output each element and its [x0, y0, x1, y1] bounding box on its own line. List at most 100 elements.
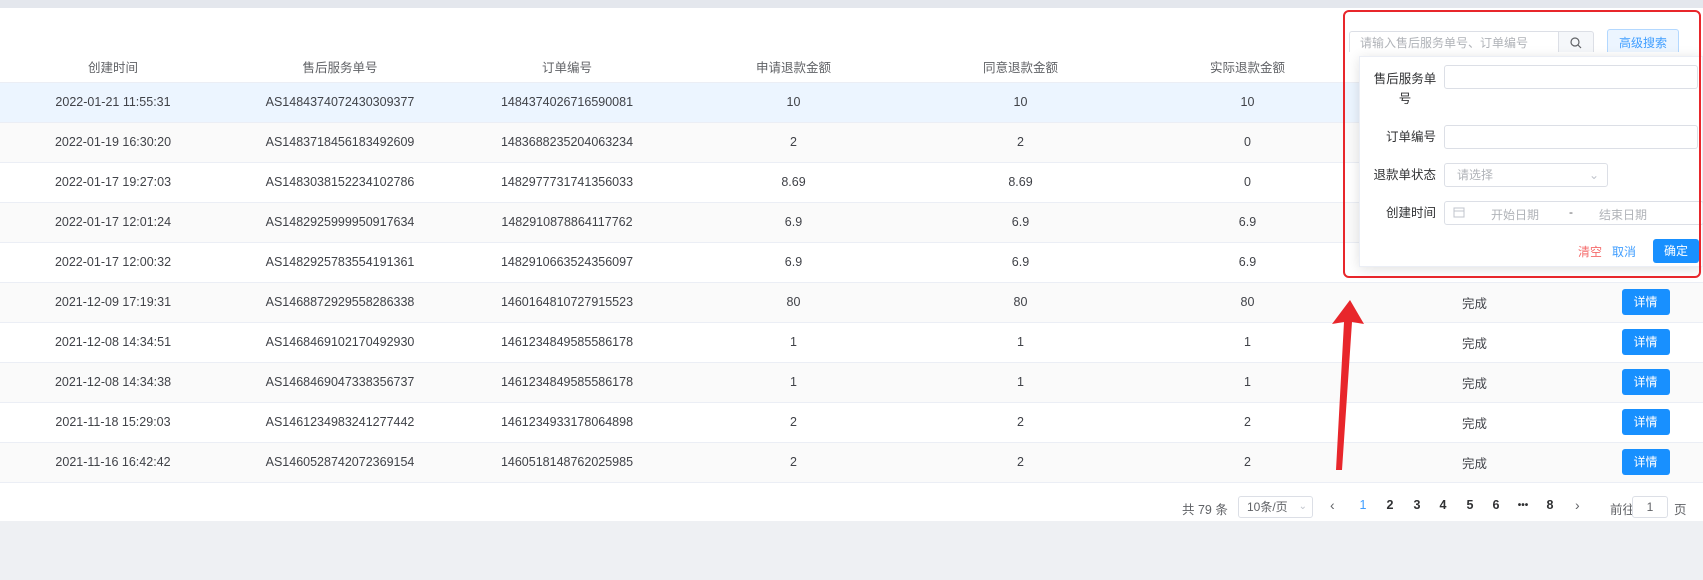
detail-button[interactable]: 详情	[1621, 369, 1670, 395]
confirm-button[interactable]: 确定	[1653, 239, 1699, 263]
cell-actual-amount: 1	[1134, 362, 1361, 403]
cell-action: 详情	[1588, 322, 1703, 363]
col-created: 创建时间	[0, 52, 226, 83]
cell-service-no: AS1482925783554191361	[226, 242, 454, 283]
chevron-down-icon: ⌄	[1588, 168, 1599, 182]
page-4[interactable]: 4	[1433, 498, 1453, 512]
status-placeholder: 请选择	[1457, 168, 1494, 182]
col-service-no: 售后服务单号	[226, 52, 454, 83]
cell-action: 详情	[1588, 402, 1703, 443]
cell-actual-amount: 2	[1134, 442, 1361, 483]
page-8[interactable]: 8	[1540, 498, 1560, 512]
cell-service-no: AS1460528742072369154	[226, 442, 454, 483]
cell-status: 完成	[1361, 442, 1588, 483]
cell-actual-amount: 10	[1134, 82, 1361, 123]
detail-button[interactable]: 详情	[1621, 289, 1670, 315]
order-no-row: 订单编号	[1360, 125, 1703, 149]
cell-apply-amount: 2	[680, 122, 907, 163]
cell-apply-amount: 6.9	[680, 202, 907, 243]
cell-created: 2022-01-17 12:01:24	[0, 202, 226, 243]
cell-order-no: 1460164810727915523	[454, 282, 680, 323]
start-date-placeholder[interactable]: 开始日期	[1491, 206, 1539, 223]
date-range-picker[interactable]: 开始日期 - 结束日期	[1444, 201, 1703, 225]
created-label: 创建时间	[1385, 206, 1436, 220]
advanced-search-popover: 售后服务单号 订单编号 退款单状态 请选择 ⌄ 创建时间 开始日期 - 结束日期…	[1359, 56, 1703, 267]
status-select[interactable]: 请选择 ⌄	[1444, 163, 1608, 187]
service-no-input[interactable]	[1444, 65, 1698, 89]
cell-order-no: 1482910663524356097	[454, 242, 680, 283]
detail-button[interactable]: 详情	[1621, 449, 1670, 475]
cell-order-no: 1461234849585586178	[454, 322, 680, 363]
prev-page-icon[interactable]: ‹	[1330, 497, 1335, 513]
page-5[interactable]: 5	[1460, 498, 1480, 512]
cell-order-no: 1483688235204063234	[454, 122, 680, 163]
cell-order-no: 1484374026716590081	[454, 82, 680, 123]
detail-button[interactable]: 详情	[1621, 409, 1670, 435]
page-6[interactable]: 6	[1486, 498, 1506, 512]
chevron-down-icon: ⌄	[1298, 501, 1307, 512]
cell-agree-amount: 2	[907, 122, 1134, 163]
cell-service-no: AS1483718456183492609	[226, 122, 454, 163]
cancel-button[interactable]: 取消	[1612, 243, 1636, 260]
cell-created: 2021-11-18 15:29:03	[0, 402, 226, 443]
page-2[interactable]: 2	[1380, 498, 1400, 512]
cell-action: 详情	[1588, 282, 1703, 323]
page-size-select[interactable]: 10条/页 ⌄	[1238, 496, 1313, 518]
cell-created: 2022-01-17 19:27:03	[0, 162, 226, 203]
cell-agree-amount: 10	[907, 82, 1134, 123]
cell-apply-amount: 8.69	[680, 162, 907, 203]
table-row: 2021-11-16 16:42:42 AS1460528742072369154…	[0, 442, 1703, 483]
cell-agree-amount: 2	[907, 442, 1134, 483]
pagination: 共 79 条 10条/页 ⌄ ‹ 1 2 3 4 5 6 ••• 8 › 前往 …	[0, 494, 1703, 522]
cell-actual-amount: 0	[1134, 162, 1361, 203]
col-order-no: 订单编号	[454, 52, 680, 83]
cell-agree-amount: 6.9	[907, 242, 1134, 283]
detail-button[interactable]: 详情	[1621, 329, 1670, 355]
next-page-icon[interactable]: ›	[1575, 497, 1580, 513]
cell-service-no: AS1468469047338356737	[226, 362, 454, 403]
cell-service-no: AS1484374072430309377	[226, 82, 454, 123]
page-1[interactable]: 1	[1353, 498, 1373, 512]
cell-apply-amount: 2	[680, 402, 907, 443]
cell-apply-amount: 2	[680, 442, 907, 483]
date-separator: -	[1569, 205, 1573, 219]
end-date-placeholder[interactable]: 结束日期	[1599, 206, 1647, 223]
cell-service-no: AS1482925999950917634	[226, 202, 454, 243]
cell-created: 2021-12-08 14:34:38	[0, 362, 226, 403]
cell-status: 完成	[1361, 362, 1588, 403]
service-no-row: 售后服务单号	[1360, 65, 1703, 109]
col-apply-amount: 申请退款金额	[680, 52, 907, 83]
table-row: 2021-12-09 17:19:31 AS1468872929558286338…	[0, 282, 1703, 323]
created-row: 创建时间 开始日期 - 结束日期	[1360, 201, 1703, 225]
cell-status: 完成	[1361, 322, 1588, 363]
cell-agree-amount: 1	[907, 322, 1134, 363]
page-ellipsis[interactable]: •••	[1513, 500, 1533, 511]
page-3[interactable]: 3	[1407, 498, 1427, 512]
table-row: 2021-11-18 15:29:03 AS1461234983241277442…	[0, 402, 1703, 443]
cell-actual-amount: 0	[1134, 122, 1361, 163]
cell-agree-amount: 6.9	[907, 202, 1134, 243]
table-row: 2021-12-08 14:34:38 AS1468469047338356737…	[0, 362, 1703, 403]
cell-service-no: AS1461234983241277442	[226, 402, 454, 443]
cell-created: 2022-01-21 11:55:31	[0, 82, 226, 123]
col-agree-amount: 同意退款金额	[907, 52, 1134, 83]
cell-action: 详情	[1588, 362, 1703, 403]
col-actual-amount: 实际退款金额	[1134, 52, 1361, 83]
cell-actual-amount: 2	[1134, 402, 1361, 443]
cell-apply-amount: 1	[680, 322, 907, 363]
cell-action: 详情	[1588, 442, 1703, 483]
order-no-input[interactable]	[1444, 125, 1698, 149]
goto-page-input[interactable]	[1632, 496, 1668, 518]
cell-order-no: 1461234933178064898	[454, 402, 680, 443]
goto-suffix: 页	[1674, 503, 1687, 517]
cell-agree-amount: 8.69	[907, 162, 1134, 203]
cell-order-no: 1461234849585586178	[454, 362, 680, 403]
cell-order-no: 1482977731741356033	[454, 162, 680, 203]
service-no-label: 售后服务单号	[1373, 72, 1437, 106]
cell-actual-amount: 80	[1134, 282, 1361, 323]
cell-apply-amount: 6.9	[680, 242, 907, 283]
cell-order-no: 1482910878864117762	[454, 202, 680, 243]
cell-status: 完成	[1361, 402, 1588, 443]
cell-created: 2021-12-09 17:19:31	[0, 282, 226, 323]
clear-button[interactable]: 清空	[1578, 243, 1602, 260]
